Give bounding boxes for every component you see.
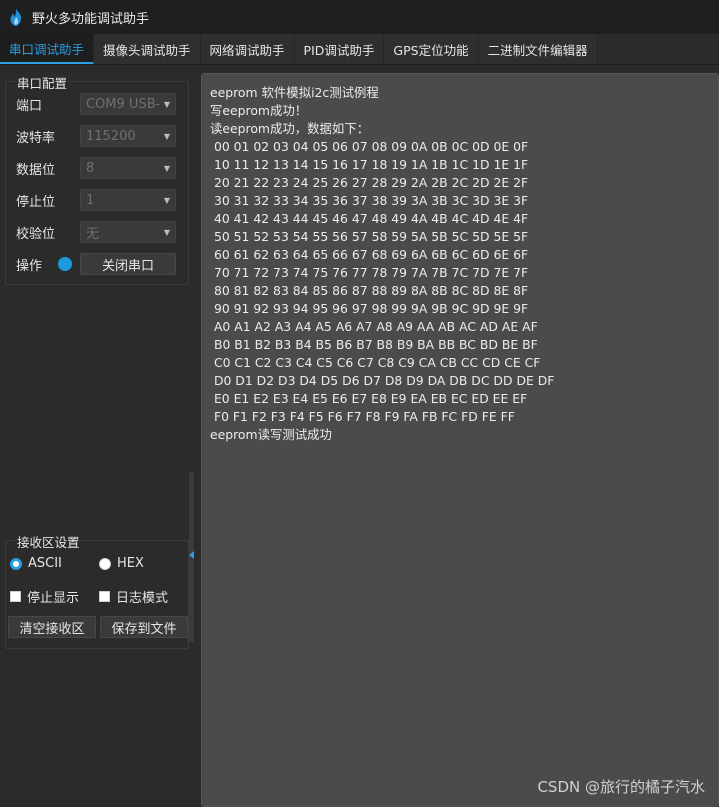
watermark: CSDN @旅行的橘子汽水 — [537, 778, 705, 796]
receive-line: C0 C1 C2 C3 C4 C5 C6 C7 C8 C9 CA CB CC C… — [210, 355, 541, 370]
tab-pid-assistant[interactable]: PID调试助手 — [294, 34, 385, 64]
flame-icon — [10, 8, 22, 26]
title-bar: 野火多功能调试助手 — [0, 0, 719, 34]
receive-line: 30 31 32 33 34 35 36 37 38 39 3A 3B 3C 3… — [210, 193, 529, 208]
stop-bits-row: 停止位 1 ▼ — [16, 189, 176, 211]
app-window: 野火多功能调试助手 串口调试助手 摄像头调试助手 网络调试助手 PID调试助手 … — [0, 0, 719, 807]
receive-line: 40 41 42 43 44 45 46 47 48 49 4A 4B 4C 4… — [210, 211, 529, 226]
main-tab-bar: 串口调试助手 摄像头调试助手 网络调试助手 PID调试助手 GPS定位功能 二进… — [0, 34, 719, 65]
parity-value: 无 — [86, 226, 100, 242]
baud-value: 115200 — [86, 128, 136, 144]
serial-config-title: 串口配置 — [15, 73, 70, 92]
baud-label: 波特率 — [16, 130, 56, 146]
ascii-option[interactable]: ASCII — [10, 556, 62, 571]
serial-config-group: 串口配置 端口 COM9 USB- ▼ 波特率 115200 ▼ 数据位 8 ▼… — [5, 73, 189, 285]
tab-network-assistant[interactable]: 网络调试助手 — [200, 34, 295, 64]
receive-line: 读eeprom成功，数据如下： — [210, 121, 370, 136]
hex-option[interactable]: HEX — [99, 556, 144, 571]
receive-line: eeprom读写测试成功 — [210, 427, 332, 442]
receive-line: A0 A1 A2 A3 A4 A5 A6 A7 A8 A9 AA AB AC A… — [210, 319, 538, 334]
port-row: 端口 COM9 USB- ▼ — [16, 93, 176, 115]
data-bits-row: 数据位 8 ▼ — [16, 157, 176, 179]
ascii-radio[interactable] — [10, 557, 22, 570]
port-value: COM9 USB- — [86, 96, 161, 112]
chevron-down-icon: ▼ — [163, 99, 170, 109]
status-led-icon — [58, 257, 72, 271]
data-bits-value: 8 — [86, 160, 95, 176]
operation-row: 操作 关闭串口 — [16, 253, 176, 275]
stop-display-label: 停止显示 — [27, 591, 80, 606]
tab-binary-editor[interactable]: 二进制文件编辑器 — [478, 34, 598, 64]
receive-settings-group: 接收区设置 ASCII HEX 停止显示 日志模式 清空接收区 保存到文件 — [5, 532, 189, 649]
baud-select[interactable]: 115200 ▼ — [80, 125, 176, 147]
parity-row: 校验位 无 ▼ — [16, 221, 176, 243]
receive-line: 60 61 62 63 64 65 66 67 68 69 6A 6B 6C 6… — [210, 247, 529, 262]
log-mode-option[interactable]: 日志模式 — [99, 587, 168, 606]
tab-gps[interactable]: GPS定位功能 — [384, 34, 479, 64]
parity-label: 校验位 — [16, 226, 56, 242]
receive-line: 10 11 12 13 14 15 16 17 18 19 1A 1B 1C 1… — [210, 157, 529, 172]
tab-serial-assistant[interactable]: 串口调试助手 — [0, 34, 95, 64]
stop-bits-select[interactable]: 1 ▼ — [80, 189, 176, 211]
receive-content: eeprom 软件模拟i2c测试例程 写eeprom成功！ 读eeprom成功，数据… — [210, 84, 554, 444]
log-mode-checkbox[interactable] — [99, 591, 110, 602]
receive-line: B0 B1 B2 B3 B4 B5 B6 B7 B8 B9 BA BB BC B… — [210, 337, 538, 352]
receive-settings-title: 接收区设置 — [15, 532, 82, 551]
receive-line: D0 D1 D2 D3 D4 D5 D6 D7 D8 D9 DA DB DC D… — [210, 373, 555, 388]
hex-radio[interactable] — [99, 557, 111, 570]
stop-bits-label: 停止位 — [16, 194, 56, 210]
receive-actions: 清空接收区 保存到文件 — [8, 616, 188, 638]
receive-line: eeprom 软件模拟i2c测试例程 — [210, 85, 379, 100]
collapse-arrow-icon[interactable] — [189, 551, 194, 559]
receive-line: 00 01 02 03 04 05 06 07 08 09 0A 0B 0C 0… — [210, 139, 529, 154]
receive-line: F0 F1 F2 F3 F4 F5 F6 F7 F8 F9 FA FB FC F… — [210, 409, 515, 424]
port-select[interactable]: COM9 USB- ▼ — [80, 93, 176, 115]
chevron-down-icon: ▼ — [163, 131, 170, 141]
log-mode-label: 日志模式 — [116, 591, 169, 606]
stop-display-option[interactable]: 停止显示 — [10, 587, 79, 606]
receive-line: 20 21 22 23 24 25 26 27 28 29 2A 2B 2C 2… — [210, 175, 529, 190]
clear-receive-button[interactable]: 清空接收区 — [8, 616, 96, 638]
receive-line: 50 51 52 53 54 55 56 57 58 59 5A 5B 5C 5… — [210, 229, 529, 244]
data-bits-label: 数据位 — [16, 162, 56, 178]
app-title: 野火多功能调试助手 — [32, 11, 150, 27]
receive-line: 70 71 72 73 74 75 76 77 78 79 7A 7B 7C 7… — [210, 265, 529, 280]
receive-textarea[interactable]: eeprom 软件模拟i2c测试例程 写eeprom成功！ 读eeprom成功，数据… — [201, 73, 719, 807]
chevron-down-icon: ▼ — [163, 227, 170, 237]
chevron-down-icon: ▼ — [163, 163, 170, 173]
stop-bits-value: 1 — [86, 192, 95, 208]
operation-label: 操作 — [16, 258, 43, 274]
hex-label: HEX — [117, 556, 144, 571]
port-label: 端口 — [16, 98, 43, 114]
parity-select[interactable]: 无 ▼ — [80, 221, 176, 243]
ascii-label: ASCII — [28, 556, 62, 571]
save-to-file-button[interactable]: 保存到文件 — [100, 616, 188, 638]
receive-line: 90 91 92 93 94 95 96 97 98 99 9A 9B 9C 9… — [210, 301, 529, 316]
receive-line: 写eeprom成功！ — [210, 103, 308, 118]
chevron-down-icon: ▼ — [163, 195, 170, 205]
receive-line: 80 81 82 83 84 85 86 87 88 89 8A 8B 8C 8… — [210, 283, 529, 298]
close-port-button[interactable]: 关闭串口 — [80, 253, 176, 275]
tab-camera-assistant[interactable]: 摄像头调试助手 — [94, 34, 201, 64]
stop-display-checkbox[interactable] — [10, 591, 21, 602]
data-bits-select[interactable]: 8 ▼ — [80, 157, 176, 179]
receive-line: E0 E1 E2 E3 E4 E5 E6 E7 E8 E9 EA EB EC E… — [210, 391, 528, 406]
baud-row: 波特率 115200 ▼ — [16, 125, 176, 147]
